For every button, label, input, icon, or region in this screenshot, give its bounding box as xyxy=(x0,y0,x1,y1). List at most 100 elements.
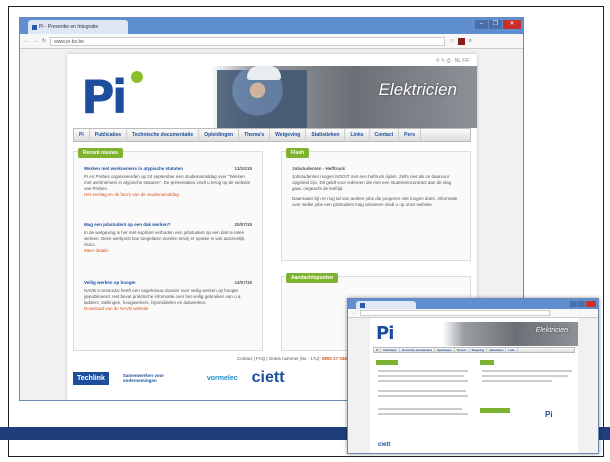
browser-tab-secondary[interactable] xyxy=(356,301,416,309)
favicon-icon xyxy=(32,24,37,30)
mini-text-line xyxy=(482,370,572,372)
nav-item[interactable]: Links xyxy=(506,348,518,352)
news-link[interactable]: Download van de NAVB website xyxy=(84,306,252,312)
mini-text-line xyxy=(378,375,464,377)
site-banner: Pi Elektricien xyxy=(67,66,477,128)
flash-heading[interactable]: Jobstudenten - Helftruck xyxy=(292,166,345,172)
main-nav: Pi Publicaties Technische documentatie O… xyxy=(73,128,471,142)
site-logo[interactable]: Pi xyxy=(81,70,128,124)
mini-text-line xyxy=(378,380,468,382)
window-controls: – ❐ ✕ xyxy=(475,20,521,29)
reload-icon[interactable]: ↻ xyxy=(42,38,46,44)
banner-title-secondary: Elektricien xyxy=(535,327,568,334)
url-field-secondary[interactable] xyxy=(359,310,550,316)
window-controls-secondary xyxy=(570,301,596,307)
address-bar-secondary: ← xyxy=(348,309,598,318)
partner-logo[interactable]: Samenwerken voor ondernemingen xyxy=(123,373,193,383)
nav-item[interactable]: Technische documentatie xyxy=(127,129,200,141)
nav-item[interactable]: Wetgeving xyxy=(270,129,307,141)
news-date: 13/07/15 xyxy=(234,280,252,285)
minimize-button[interactable] xyxy=(570,301,577,307)
news-text: NAVB Constructiv heeft een nagelnieuw do… xyxy=(84,288,242,305)
nav-item[interactable]: Statistieken xyxy=(487,348,507,352)
tab-title: Pi - Preventie en Integratie xyxy=(39,24,99,30)
flash-panel: Flash Jobstudenten - Helftruck Jobstuden… xyxy=(281,148,471,261)
partner-logo[interactable]: ciett xyxy=(252,369,285,387)
helmet-shape xyxy=(247,66,281,80)
site-logo-secondary[interactable]: Pi xyxy=(376,323,394,344)
url-field[interactable]: www.pi-bs.be xyxy=(50,36,446,46)
mini-text-line xyxy=(378,408,462,410)
news-item: Werken met werknemers in atypische statu… xyxy=(84,166,252,198)
news-date: 20/07/15 xyxy=(234,222,252,227)
back-icon[interactable]: ← xyxy=(352,311,356,315)
news-link[interactable]: Het verslag en de foto's van de studiena… xyxy=(84,192,252,198)
mini-heading-bar xyxy=(376,360,398,365)
mini-text-line xyxy=(482,380,552,382)
menu-icon[interactable]: ≡ xyxy=(469,38,472,44)
partner-logo[interactable]: Techlink xyxy=(73,371,109,385)
recent-news-panel: Recent nieuws Werken met werknemers in a… xyxy=(73,148,263,351)
news-item: Mag een jobstudent op een dak werken? 20/… xyxy=(84,222,252,254)
forward-icon[interactable]: → xyxy=(33,38,38,44)
back-icon[interactable]: ← xyxy=(24,38,29,44)
contact-number[interactable]: 0800 27 048 xyxy=(322,356,347,361)
star-icon[interactable]: ☆ xyxy=(449,38,453,44)
nav-item[interactable]: Technische documentatie xyxy=(400,348,436,352)
nav-item[interactable]: Opleidingen xyxy=(199,129,240,141)
site-banner-secondary: Pi Elektricien xyxy=(370,322,578,346)
nav-item[interactable]: Wetgeving xyxy=(470,348,488,352)
title-bar-secondary xyxy=(348,299,598,309)
address-bar-row: ← → ↻ www.pi-bs.be ☆ ≡ xyxy=(20,34,523,49)
news-link[interactable]: Meer details xyxy=(84,248,252,254)
news-date: 13/10/15 xyxy=(234,166,252,171)
mini-text-line xyxy=(378,390,466,392)
maximize-button[interactable]: ❐ xyxy=(489,20,502,29)
browser-tab[interactable]: Pi - Preventie en Integratie xyxy=(28,20,128,34)
news-text: Pi en Prebes organiseerden op 24 septemb… xyxy=(84,174,251,191)
aandacht-title: Aandachtspunten xyxy=(286,273,339,283)
flash-title: Flash xyxy=(286,148,310,158)
close-button[interactable] xyxy=(586,301,596,307)
maximize-button[interactable] xyxy=(578,301,585,307)
close-button[interactable]: ✕ xyxy=(503,20,521,29)
extension-icon[interactable] xyxy=(457,37,465,45)
nav-item[interactable]: Publicaties xyxy=(381,348,400,352)
mini-text-line xyxy=(378,370,468,372)
banner-title: Elektricien xyxy=(378,80,457,99)
news-item: Veilig werken op hoogte 13/07/15 NAVB Con… xyxy=(84,280,252,312)
news-title[interactable]: Veilig werken op hoogte xyxy=(84,280,136,286)
nav-item[interactable]: Statistieken xyxy=(306,129,346,141)
browser-window-secondary: ← Pi Elektricien Pi Publicaties Technisc… xyxy=(347,298,599,454)
partner-logo[interactable]: vormelec xyxy=(207,375,238,382)
nav-item[interactable]: Contact xyxy=(370,129,400,141)
main-nav-secondary: Pi Publicaties Technische documentatie O… xyxy=(373,347,575,353)
flash-text-2: Daarnaast zijn er nog tal van andere job… xyxy=(292,196,458,207)
mini-text-line xyxy=(378,395,468,397)
mini-footer-logo: ciett xyxy=(378,442,391,448)
flash-text: Jobstudenten mogen NOOIT met een heftruc… xyxy=(292,174,452,191)
news-title[interactable]: Werken met werknemers in atypische statu… xyxy=(84,166,183,172)
contact-line: Contact | FAQ | Gratis nummer (8u - 17u)… xyxy=(237,356,347,361)
nav-item[interactable]: Pers xyxy=(399,129,421,141)
mini-heading-bar xyxy=(480,408,510,413)
mini-pi-logo: Pi xyxy=(545,410,553,419)
flash-content: Jobstudenten - Helftruck Jobstudenten mo… xyxy=(292,166,462,208)
mini-text-line xyxy=(378,413,468,415)
news-title[interactable]: Mag een jobstudent op een dak werken? xyxy=(84,222,171,228)
nav-item[interactable]: Thema's xyxy=(239,129,271,141)
utility-icons: ⚲ ✎ ⎙ NL FR xyxy=(435,58,469,64)
nav-item[interactable]: Links xyxy=(345,129,370,141)
favicon-icon xyxy=(360,302,365,308)
recent-news-title: Recent nieuws xyxy=(78,148,124,158)
nav-item[interactable]: Pi xyxy=(374,348,382,352)
web-page-secondary: Pi Elektricien Pi Publicaties Technische… xyxy=(370,318,578,453)
nav-item[interactable]: Pi xyxy=(74,129,90,141)
nav-item[interactable]: Opleidingen xyxy=(435,348,455,352)
mini-heading-bar xyxy=(480,360,494,365)
nav-item[interactable]: Publicaties xyxy=(90,129,128,141)
title-bar: Pi - Preventie en Integratie – ❐ ✕ xyxy=(20,18,523,34)
minimize-button[interactable]: – xyxy=(475,20,488,29)
nav-item[interactable]: Thema's xyxy=(455,348,470,352)
contact-label[interactable]: Contact | FAQ | Gratis nummer (8u - 17u)… xyxy=(237,356,321,361)
